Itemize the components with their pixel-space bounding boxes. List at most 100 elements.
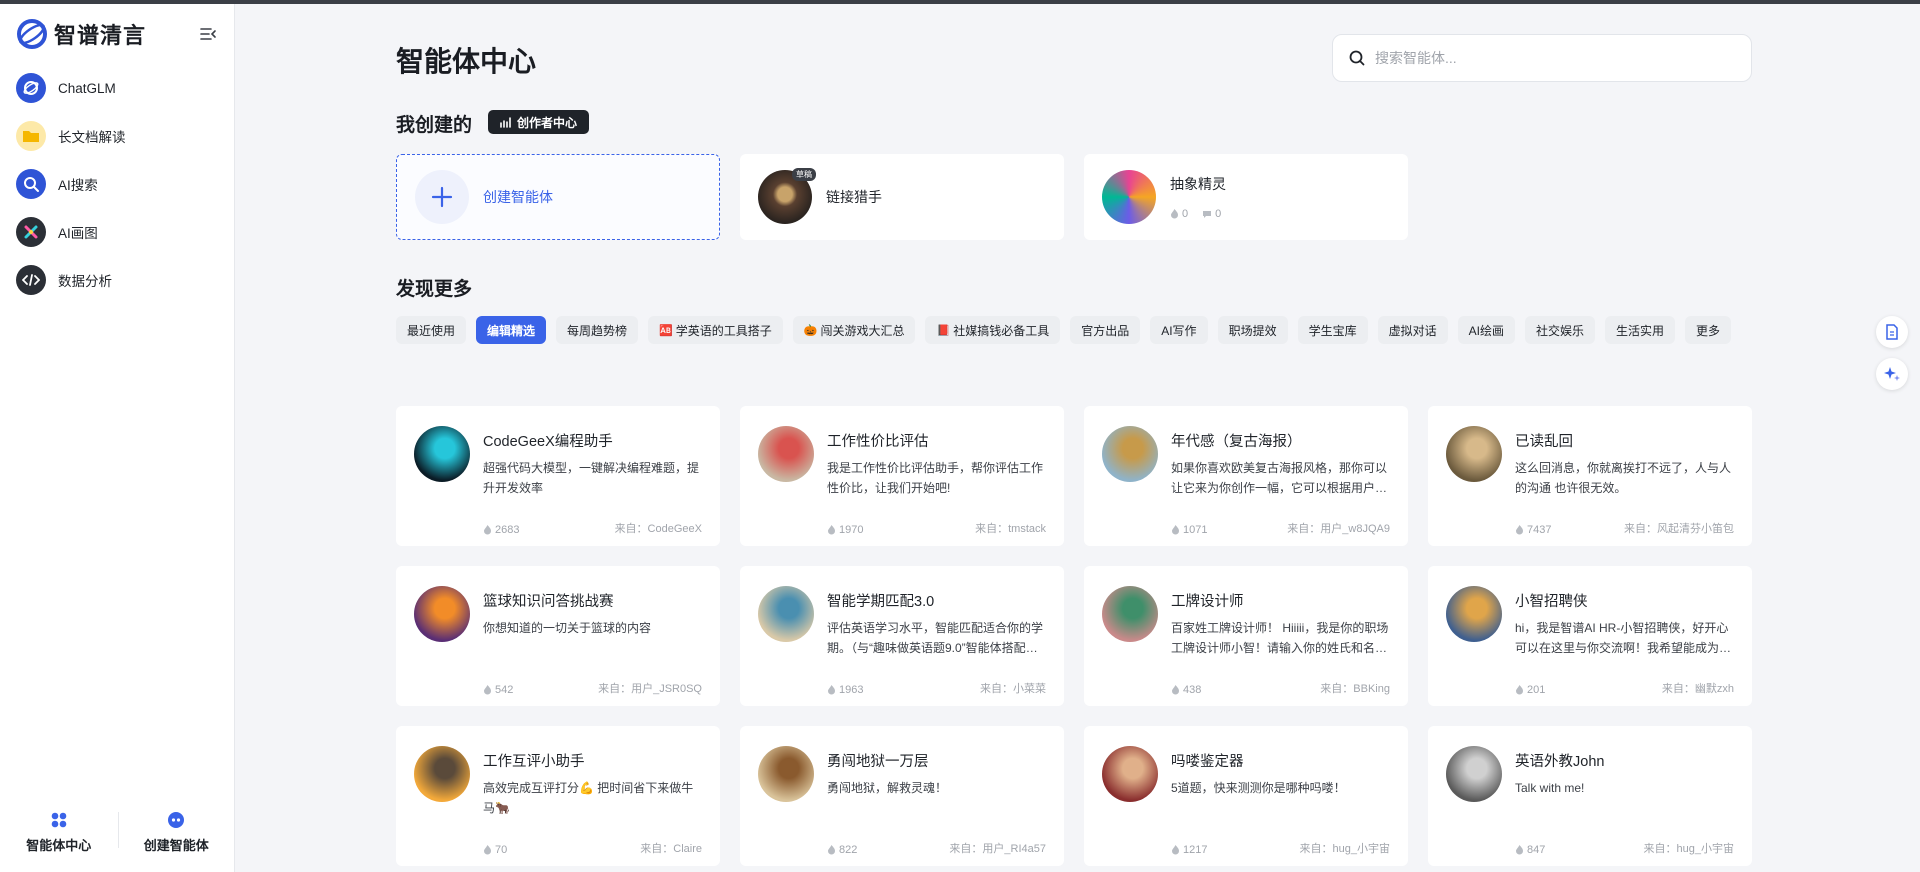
agent-description: Talk with me! xyxy=(1515,781,1585,795)
avatar xyxy=(1446,426,1502,482)
creator-center-button[interactable]: 创作者中心 xyxy=(488,110,590,134)
sparkle-button[interactable] xyxy=(1876,358,1908,390)
agent-source: 来自：用户_RI4a57 xyxy=(949,843,1046,855)
search-icon xyxy=(1349,50,1365,66)
sidebar-item-ai-draw[interactable]: AI画图 xyxy=(14,208,220,256)
sidebar-item-chatglm[interactable]: ChatGLM xyxy=(14,64,220,112)
document-button[interactable] xyxy=(1876,316,1908,348)
chip-label: 职场提效 xyxy=(1228,323,1277,338)
fire-icon xyxy=(484,685,491,695)
create-agent-label: 创建智能体 xyxy=(483,189,553,205)
brand-name: 智谱清言 xyxy=(54,23,147,48)
chip-label: 每周趋势榜 xyxy=(567,323,628,338)
sidebar-item-long-doc[interactable]: 长文档解读 xyxy=(14,112,220,160)
fire-icon xyxy=(484,525,491,535)
usage-count: 201 xyxy=(1527,684,1546,696)
chip-label: 社媒搞钱必备工具 xyxy=(953,323,1050,338)
chip-label: 生活实用 xyxy=(1615,323,1664,338)
agent-card[interactable]: 工牌设计师 百家姓工牌设计师！ Hiiiii，我是你的职场工牌设计师小智！请输入你… xyxy=(1084,566,1408,706)
agent-title: 工牌设计师 xyxy=(1171,594,1244,610)
search-input[interactable] xyxy=(1375,50,1735,66)
tab-agent-center[interactable]: 智能体中心 xyxy=(0,792,118,872)
search-box[interactable] xyxy=(1332,34,1752,82)
brand[interactable]: 智谱清言 xyxy=(16,18,146,50)
category-chip[interactable]: 虚拟对话 xyxy=(1377,316,1448,344)
chats-stat: 0 xyxy=(1202,208,1221,220)
agent-usage-stat: 1963 xyxy=(827,684,863,696)
usage-count: 1970 xyxy=(839,524,864,536)
category-chip[interactable]: AI绘画 xyxy=(1457,316,1515,344)
agent-description: 你想知道的一切关于篮球的内容 xyxy=(483,621,652,635)
agent-card[interactable]: 小智招聘侠 hi，我是智谱AI HR-小智招聘侠，好开心可以在这里与你交流啊！我希… xyxy=(1428,566,1752,706)
agent-description: hi，我是智谱AI HR-小智招聘侠，好开心可以在这里与你交流啊！我希望能成为你… xyxy=(1515,621,1732,655)
my-agent-card[interactable]: 草稿 链接猎手 xyxy=(740,154,1064,240)
avatar xyxy=(758,426,814,482)
category-chip[interactable]: 每周趋势榜 xyxy=(556,316,639,344)
chip-label: 编辑精选 xyxy=(487,323,536,338)
sidebar-item-label: 数据分析 xyxy=(58,274,112,289)
category-chip[interactable]: 🆎 学英语的工具搭子 xyxy=(648,316,783,344)
avatar xyxy=(1102,426,1158,482)
category-chip[interactable]: 🎃 闯关游戏大汇总 xyxy=(792,316,916,344)
agent-usage-stat: 1970 xyxy=(827,524,863,536)
my-agents-row: 创建智能体 草稿 链接猎手 抽象精灵 0 0 xyxy=(396,154,1408,240)
chatglm-icon xyxy=(16,73,46,103)
agent-card[interactable]: 篮球知识问答挑战赛 你想知道的一切关于篮球的内容 542 来自：用户_JSR0SQ xyxy=(396,566,720,706)
fire-icon xyxy=(1516,845,1523,855)
fire-icon xyxy=(828,525,835,535)
agent-title: 智能学期匹配3.0 xyxy=(827,594,935,610)
agent-source: 来自：小菜菜 xyxy=(980,683,1046,695)
create-agent-card[interactable]: 创建智能体 xyxy=(396,154,720,240)
agent-card[interactable]: 勇闯地狱一万层 勇闯地狱，解救灵魂！ 822 来自：用户_RI4a57 xyxy=(740,726,1064,866)
avatar xyxy=(1446,746,1502,802)
create-agent-icon xyxy=(168,811,185,828)
agent-card[interactable]: 工作性价比评估 我是工作性价比评估助手，帮你评估工作性价比，让我们开始吧! 1970… xyxy=(740,406,1064,546)
agent-card[interactable]: 英语外教John Talk with me! 847 来自：hug_小宇宙 xyxy=(1428,726,1752,866)
collapse-sidebar-icon[interactable] xyxy=(198,24,218,44)
window-top-bar xyxy=(0,0,1920,4)
sidebar-nav: ChatGLM 长文档解读 AI搜索 AI画图 数据分析 xyxy=(14,64,220,304)
category-chip[interactable]: 职场提效 xyxy=(1217,316,1288,344)
category-chip[interactable]: 社交娱乐 xyxy=(1524,316,1595,344)
category-chip[interactable]: 官方出品 xyxy=(1070,316,1141,344)
category-chip[interactable]: 更多 xyxy=(1684,316,1731,344)
agent-card[interactable]: 吗喽鉴定器 5道题，快来测测你是哪种吗喽！ 1217 来自：hug_小宇宙 xyxy=(1084,726,1408,866)
category-chip[interactable]: 学生宝库 xyxy=(1297,316,1368,344)
ai-draw-icon xyxy=(16,217,46,247)
agent-card[interactable]: 已读乱回 这么回消息，你就离挨打不远了，人与人的沟通 也许很无效。 7437 来自：风… xyxy=(1428,406,1752,546)
fire-icon xyxy=(1172,685,1179,695)
category-chip[interactable]: 生活实用 xyxy=(1604,316,1675,344)
usage-count: 438 xyxy=(1183,684,1202,696)
agent-card[interactable]: 智能学期匹配3.0 评估英语学习水平，智能匹配适合你的学期。（与“趣味做英语题9.… xyxy=(740,566,1064,706)
agent-source: 来自：Claire xyxy=(640,843,702,855)
agent-source: 来自：风起清芬小笛包 xyxy=(1624,523,1734,535)
chart-icon xyxy=(500,116,511,128)
agent-name: 链接猎手 xyxy=(826,189,882,205)
my-agent-card[interactable]: 抽象精灵 0 0 xyxy=(1084,154,1408,240)
agent-name: 抽象精灵 xyxy=(1170,176,1226,192)
sidebar-item-ai-search[interactable]: AI搜索 xyxy=(14,160,220,208)
agent-usage-stat: 201 xyxy=(1515,684,1545,696)
brand-logo-icon xyxy=(17,19,47,49)
category-chip[interactable]: 最近使用 xyxy=(396,316,467,344)
agent-card[interactable]: CodeGeeX编程助手 超强代码大模型，一键解决编程难题，提升开发效率 2683 来… xyxy=(396,406,720,546)
fire-icon xyxy=(1516,525,1523,535)
category-chip[interactable]: 编辑精选 xyxy=(476,316,547,344)
sidebar-item-data-analysis[interactable]: 数据分析 xyxy=(14,256,220,304)
agent-description: 我是工作性价比评估助手，帮你评估工作性价比，让我们开始吧! xyxy=(827,461,1044,495)
agent-description: 如果你喜欢欧美复古海报风格，那你可以让它来为你创作一幅，它可以根据用户的描述生成… xyxy=(1171,461,1388,495)
agent-usage-stat: 542 xyxy=(483,684,513,696)
agent-card[interactable]: 年代感（复古海报） 如果你喜欢欧美复古海报风格，那你可以让它来为你创作一幅，它可以… xyxy=(1084,406,1408,546)
chip-emoji: 🆎 xyxy=(659,324,673,337)
category-chip[interactable]: AI写作 xyxy=(1150,316,1208,344)
agent-source: 来自：幽默zxh xyxy=(1661,683,1734,695)
agent-card[interactable]: 工作互评小助手 高效完成互评打分💪 把时间省下来做牛马🐂 70 来自：Claire xyxy=(396,726,720,866)
fire-icon xyxy=(828,685,835,695)
category-chip[interactable]: 📕 社媒搞钱必备工具 xyxy=(925,316,1061,344)
avatar xyxy=(1102,170,1156,224)
agent-description: 这么回消息，你就离挨打不远了，人与人的沟通 也许很无效。 xyxy=(1515,461,1732,495)
discover-title: 发现更多 xyxy=(396,279,473,300)
agent-description: 5道题，快来测测你是哪种吗喽！ xyxy=(1171,781,1346,795)
tab-create-agent[interactable]: 创建智能体 xyxy=(117,792,236,872)
agent-source: 来自：hug_小宇宙 xyxy=(1299,843,1390,855)
